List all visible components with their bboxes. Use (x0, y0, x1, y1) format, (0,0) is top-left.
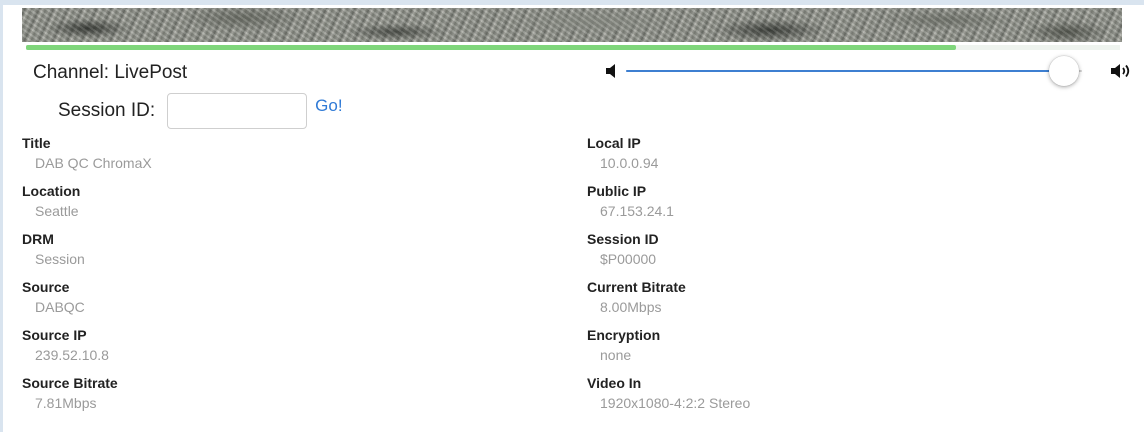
info-label: Encryption (587, 327, 661, 343)
info-value: Seattle (35, 203, 79, 219)
speaker-high-icon[interactable] (1110, 62, 1134, 80)
info-item-session-id: Session ID $P00000 (587, 230, 987, 278)
channel-label: Channel: LivePost (33, 62, 188, 83)
info-item-title: Title DAB QC ChromaX (22, 134, 422, 182)
info-value: 8.00Mbps (600, 299, 662, 315)
info-label: DRM (22, 231, 54, 247)
info-value: Session (35, 251, 85, 267)
info-value: 239.52.10.8 (35, 347, 109, 363)
info-value: 1920x1080-4:2:2 Stereo (600, 395, 751, 411)
info-item-source: Source DABQC (22, 278, 422, 326)
info-value: 10.0.0.94 (600, 155, 659, 171)
info-label: Current Bitrate (587, 279, 686, 295)
info-item-local-ip: Local IP 10.0.0.94 (587, 134, 987, 182)
go-button[interactable]: Go! (315, 96, 342, 116)
session-row: Session ID: Go! (58, 91, 343, 131)
info-item-source-ip: Source IP 239.52.10.8 (22, 326, 422, 374)
session-id-label: Session ID: (58, 100, 156, 121)
info-label: Source Bitrate (22, 375, 118, 391)
info-value: DABQC (35, 299, 85, 315)
info-label: Source IP (22, 327, 87, 343)
session-id-input[interactable] (167, 93, 308, 129)
stream-info-left: Title DAB QC ChromaX Location Seattle DRM Ses… (22, 134, 422, 422)
info-item-drm: DRM Session (22, 230, 422, 278)
info-item-location: Location Seattle (22, 182, 422, 230)
info-item-source-bitrate: Source Bitrate 7.81Mbps (22, 374, 422, 422)
video-preview[interactable] (22, 8, 1122, 42)
playback-progress-fill (26, 45, 956, 50)
info-value: none (600, 347, 632, 363)
info-label: Local IP (587, 135, 641, 151)
info-value: 7.81Mbps (35, 395, 97, 411)
info-item-encryption: Encryption none (587, 326, 987, 374)
volume-slider[interactable] (604, 56, 1134, 86)
info-value: $P00000 (600, 251, 657, 267)
speaker-low-icon[interactable] (604, 62, 628, 80)
playback-progress-bar[interactable] (26, 45, 1120, 50)
volume-thumb[interactable] (1048, 56, 1079, 86)
info-item-current-bitrate: Current Bitrate 8.00Mbps (587, 278, 987, 326)
info-label: Source (22, 279, 70, 295)
info-label: Location (22, 183, 81, 199)
info-label: Public IP (587, 183, 647, 199)
volume-fill (626, 70, 1064, 72)
info-value: 67.153.24.1 (600, 203, 674, 219)
info-item-video-in: Video In 1920x1080-4:2:2 Stereo (587, 374, 987, 422)
stream-info-right: Local IP 10.0.0.94 Public IP 67.153.24.1 Ses… (587, 134, 987, 422)
info-value: DAB QC ChromaX (35, 155, 152, 171)
info-label: Session ID (587, 231, 659, 247)
info-item-public-ip: Public IP 67.153.24.1 (587, 182, 987, 230)
volume-track[interactable] (626, 56, 1082, 86)
info-label: Title (22, 135, 51, 151)
info-label: Video In (587, 375, 642, 391)
